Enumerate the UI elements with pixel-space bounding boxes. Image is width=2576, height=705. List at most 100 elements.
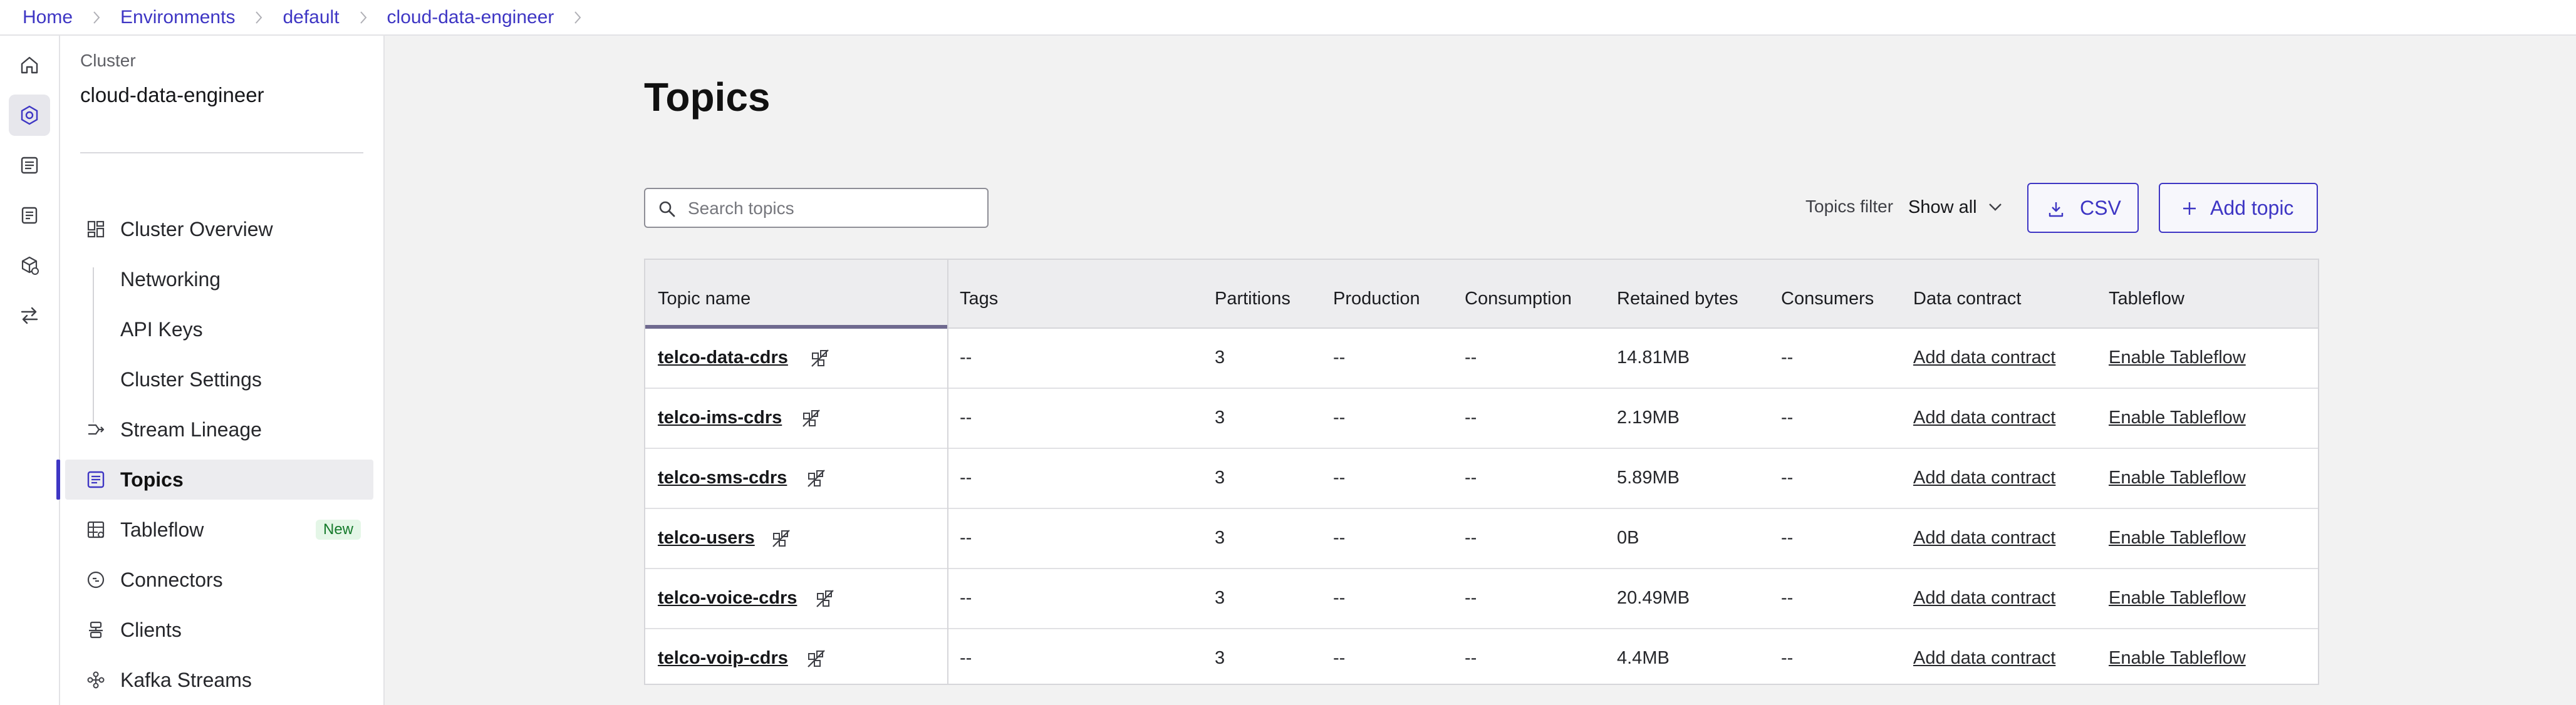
retained-bytes-cell: 14.81MB (1617, 347, 1690, 368)
add-topic-button[interactable]: Add topic (2159, 183, 2318, 233)
column-header-tableflow[interactable]: Tableflow (2109, 289, 2184, 309)
schema-unlinked-icon[interactable] (806, 468, 827, 489)
nav-item-kafka-streams[interactable]: Kafka Streams (65, 660, 373, 700)
nav-item-cluster-overview[interactable]: Cluster Overview (65, 209, 373, 249)
breadcrumb: Home Environments default cloud-data-eng… (0, 0, 2576, 36)
column-header-data-contract[interactable]: Data contract (1913, 289, 2021, 309)
schema-unlinked-icon[interactable] (809, 347, 831, 369)
table-row: telco-sms-cdrs -- 3 -- -- 5.89MB -- Add data co… (645, 449, 2318, 509)
column-divider (947, 260, 948, 684)
partitions-cell: 3 (1215, 468, 1225, 488)
breadcrumb-environments[interactable]: Environments (120, 7, 235, 28)
lineage-icon (86, 420, 105, 439)
chevron-right-icon (93, 11, 100, 24)
column-header-topic-name[interactable]: Topic name (658, 289, 750, 309)
enable-tableflow-link[interactable]: Enable Tableflow (2109, 468, 2246, 488)
schema-unlinked-icon[interactable] (801, 408, 822, 429)
topic-name-link[interactable]: telco-voice-cdrs (658, 588, 797, 609)
transfer-icon[interactable] (9, 295, 50, 336)
cluster-nav: Cluster cloud-data-engineer Cluster Over… (56, 36, 385, 705)
add-data-contract-link[interactable]: Add data contract (1913, 347, 2055, 368)
page-title: Topics (644, 75, 771, 120)
schema-unlinked-icon[interactable] (806, 648, 827, 669)
column-header-production[interactable]: Production (1333, 289, 1420, 309)
cluster-icon[interactable] (9, 95, 50, 136)
enable-tableflow-link[interactable]: Enable Tableflow (2109, 648, 2246, 669)
column-header-consumption[interactable]: Consumption (1465, 289, 1572, 309)
table-row: telco-voice-cdrs -- 3 -- -- 20.49MB -- Add data… (645, 569, 2318, 629)
add-data-contract-link[interactable]: Add data contract (1913, 588, 2055, 609)
nav-item-connectors[interactable]: Connectors (65, 560, 373, 600)
search-input[interactable] (688, 197, 976, 220)
connector-icon (86, 570, 105, 589)
home-icon[interactable] (9, 44, 50, 86)
breadcrumb-home[interactable]: Home (23, 7, 73, 28)
kafka-streams-icon (86, 671, 105, 689)
tableflow-icon (86, 520, 105, 539)
consumers-cell: -- (1781, 648, 1794, 668)
nav-item-label: Clients (120, 618, 182, 641)
topic-name-link[interactable]: telco-users (658, 528, 755, 548)
production-cell: -- (1333, 408, 1346, 428)
schema-unlinked-icon[interactable] (814, 588, 836, 609)
download-icon (2047, 200, 2065, 218)
icon-rail (0, 36, 60, 705)
chevron-right-icon (255, 11, 262, 24)
consumption-cell: -- (1465, 468, 1477, 488)
column-header-tags[interactable]: Tags (960, 289, 998, 309)
csv-button[interactable]: CSV (2027, 183, 2139, 233)
nav-item-tableflow[interactable]: Tableflow New (65, 510, 373, 550)
enable-tableflow-link[interactable]: Enable Tableflow (2109, 528, 2246, 548)
nav-item-label: Connectors (120, 568, 223, 591)
consumption-cell: -- (1465, 588, 1477, 608)
topics-filter-label: Topics filter (1805, 197, 1894, 216)
tags-cell: -- (960, 468, 972, 488)
partitions-cell: 3 (1215, 408, 1225, 428)
topic-name-link[interactable]: telco-data-cdrs (658, 347, 788, 368)
nav-item-stream-lineage[interactable]: Stream Lineage (65, 409, 373, 450)
partitions-cell: 3 (1215, 528, 1225, 548)
column-header-partitions[interactable]: Partitions (1215, 289, 1291, 309)
topics-table: Topic name Tags Partitions Production Co… (644, 259, 2319, 685)
document-icon[interactable] (9, 195, 50, 236)
consumption-cell: -- (1465, 648, 1477, 668)
add-data-contract-link[interactable]: Add data contract (1913, 528, 2055, 548)
add-data-contract-link[interactable]: Add data contract (1913, 648, 2055, 669)
nav-item-label: Cluster Overview (120, 217, 273, 240)
dashboard-icon (86, 220, 105, 239)
box-icon[interactable] (9, 245, 50, 286)
topics-filter-select[interactable]: Show all (1908, 192, 2002, 223)
retained-bytes-cell: 4.4MB (1617, 648, 1670, 668)
add-data-contract-link[interactable]: Add data contract (1913, 468, 2055, 488)
topic-name-link[interactable]: telco-sms-cdrs (658, 468, 787, 488)
topics-icon (86, 470, 105, 489)
breadcrumb-cluster[interactable]: cloud-data-engineer (387, 7, 554, 28)
enable-tableflow-link[interactable]: Enable Tableflow (2109, 588, 2246, 609)
topic-name-link[interactable]: telco-voip-cdrs (658, 648, 788, 669)
nav-item-clients[interactable]: Clients (65, 610, 373, 650)
nav-item-label: Stream Lineage (120, 418, 262, 441)
consumption-cell: -- (1465, 408, 1477, 428)
table-row: telco-voip-cdrs -- 3 -- -- 4.4MB -- Add data co… (645, 629, 2318, 689)
topic-name-link[interactable]: telco-ims-cdrs (658, 408, 782, 428)
table-row: telco-users -- 3 -- -- 0B -- Add data contract E… (645, 509, 2318, 569)
enable-tableflow-link[interactable]: Enable Tableflow (2109, 347, 2246, 368)
consumption-cell: -- (1465, 528, 1477, 548)
chevron-right-icon (360, 11, 367, 24)
enable-tableflow-link[interactable]: Enable Tableflow (2109, 408, 2246, 428)
new-badge: New (315, 520, 361, 540)
nav-item-api-keys[interactable]: API Keys (65, 309, 373, 349)
nav-item-label: Tableflow (120, 518, 204, 541)
nav-item-topics[interactable]: Topics (56, 460, 373, 500)
list-icon[interactable] (9, 145, 50, 186)
schema-unlinked-icon[interactable] (771, 528, 792, 549)
column-header-consumers[interactable]: Consumers (1781, 289, 1874, 309)
nav-item-networking[interactable]: Networking (65, 259, 373, 299)
column-header-retained-bytes[interactable]: Retained bytes (1617, 289, 1738, 309)
tags-cell: -- (960, 528, 972, 548)
breadcrumb-default[interactable]: default (283, 7, 339, 28)
add-data-contract-link[interactable]: Add data contract (1913, 408, 2055, 428)
nav-item-cluster-settings[interactable]: Cluster Settings (65, 359, 373, 399)
production-cell: -- (1333, 588, 1346, 608)
tags-cell: -- (960, 408, 972, 428)
